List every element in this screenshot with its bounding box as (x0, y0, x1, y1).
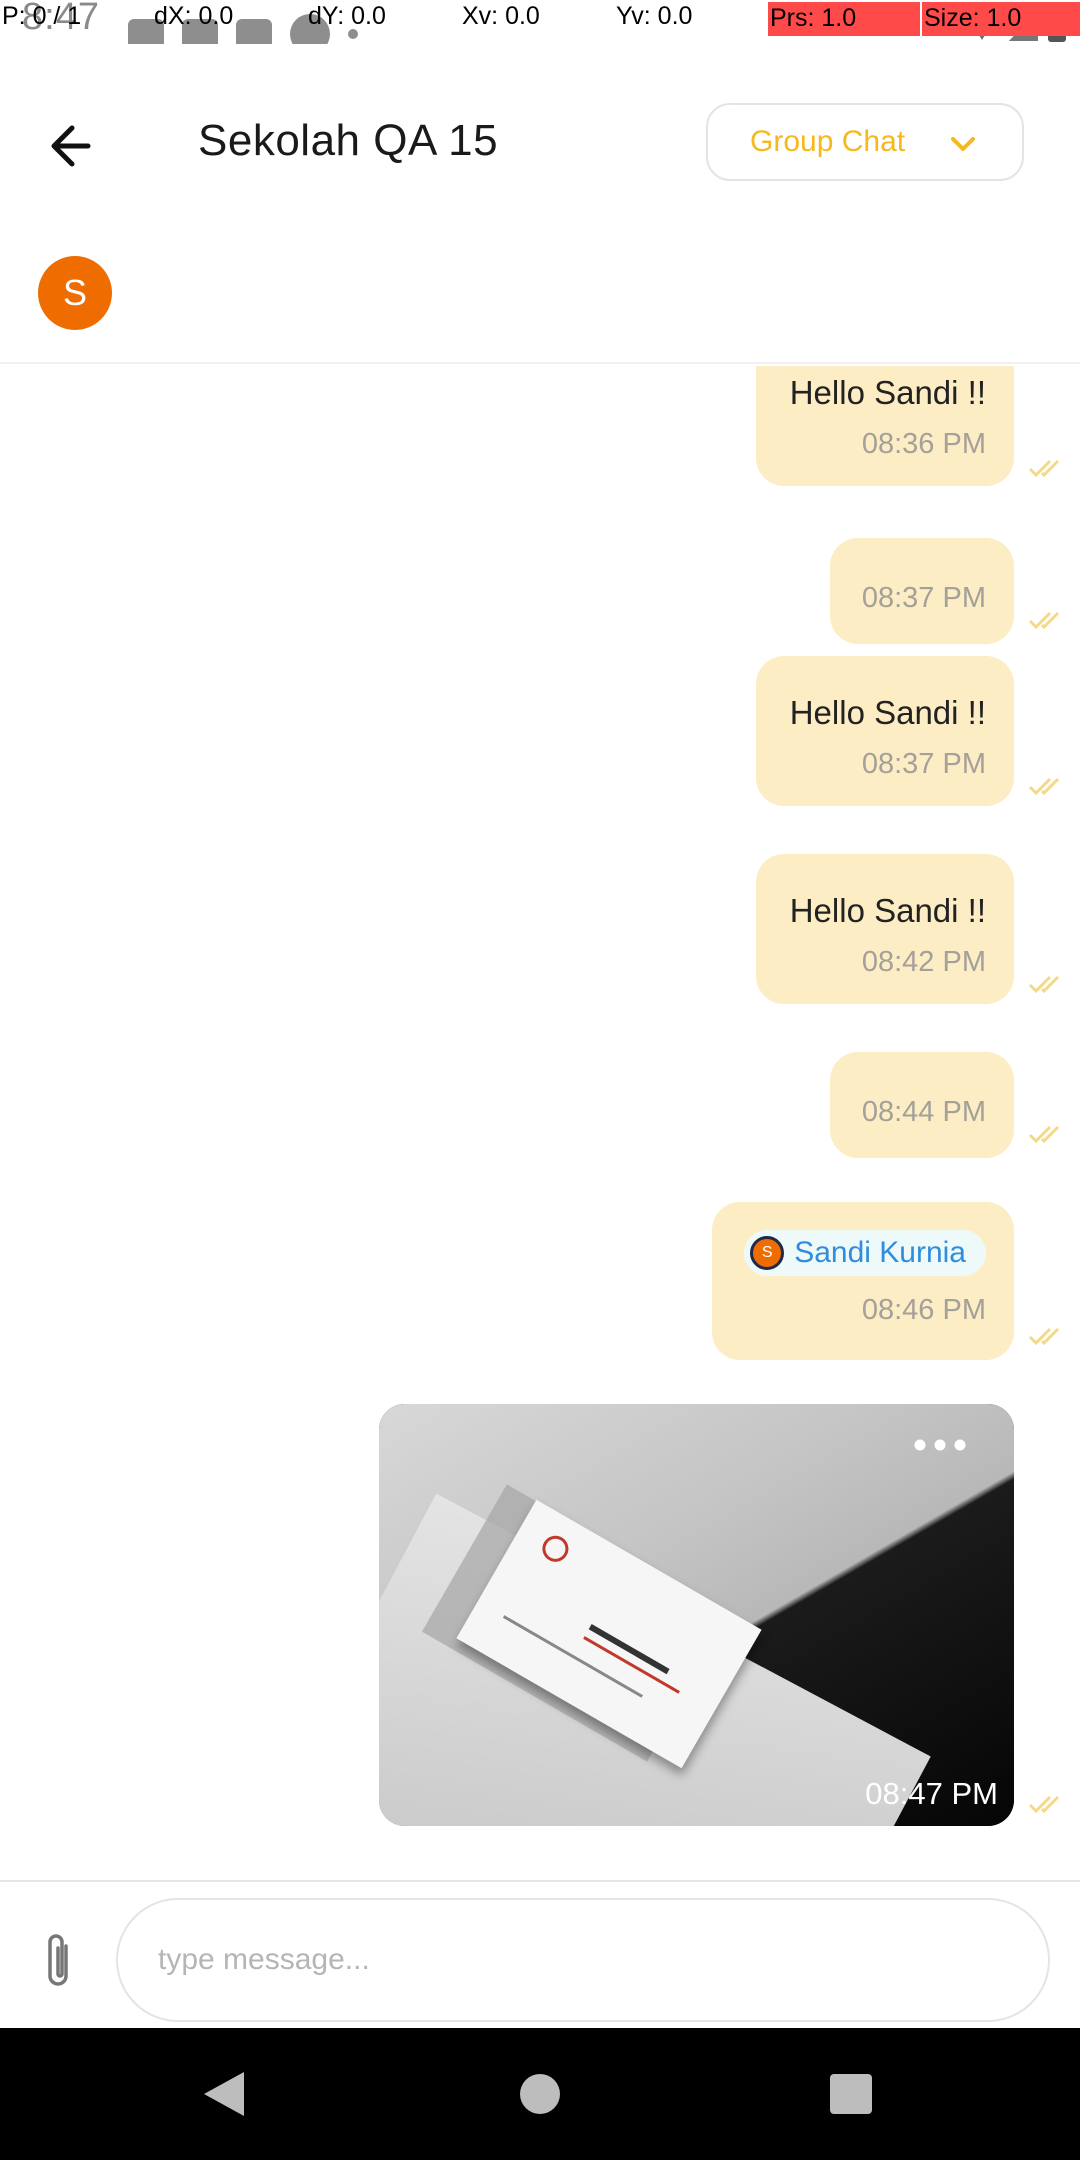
debug-yv: Yv: 0.0 (616, 2, 693, 30)
message-bubble[interactable]: Hello Sandi !! 08:42 PM (756, 854, 1014, 1004)
page-title: Sekolah QA 15 (198, 116, 499, 165)
double-check-icon (1028, 1794, 1068, 1814)
message-bubble[interactable]: S Sandi Kurnia 08:46 PM (712, 1202, 1014, 1360)
double-check-icon (1028, 776, 1068, 796)
double-check-icon (1028, 974, 1068, 994)
message-time: 08:37 PM (861, 582, 986, 614)
debug-xv: Xv: 0.0 (462, 2, 540, 30)
message-time: 08:37 PM (861, 748, 986, 780)
pointer-debug-overlay: P: 0 / 1 dX: 0.0 dY: 0.0 Xv: 0.0 Yv: 0.0… (0, 0, 1080, 36)
chevron-down-icon (951, 137, 975, 151)
double-check-icon (1028, 1326, 1068, 1346)
mention-avatar: S (750, 1236, 785, 1270)
double-check-icon (1028, 458, 1068, 478)
message-input[interactable] (116, 1898, 1050, 2022)
double-check-icon (1028, 1124, 1068, 1144)
card-line (583, 1636, 680, 1694)
message-time: 08:42 PM (861, 946, 986, 978)
paperclip-icon[interactable] (38, 1930, 78, 1994)
chat-type-dropdown[interactable]: Group Chat (706, 103, 1024, 181)
system-navigation-bar (0, 2028, 1080, 2160)
mention-name: Sandi Kurnia (794, 1236, 966, 1269)
nav-recents-icon[interactable] (830, 2074, 872, 2114)
debug-dx: dX: 0.0 (154, 2, 234, 30)
nav-back-icon[interactable] (204, 2072, 244, 2116)
message-bubble[interactable]: 08:37 PM (830, 538, 1014, 644)
group-member-avatar[interactable]: S (38, 256, 112, 330)
mention-chip[interactable]: S Sandi Kurnia (744, 1230, 986, 1276)
nav-home-icon[interactable] (520, 2074, 560, 2114)
message-composer (0, 1880, 1080, 2028)
message-bubble[interactable]: 08:44 PM (830, 1052, 1014, 1158)
image-message[interactable]: 08:47 PM (379, 1404, 1014, 1826)
debug-size: Size: 1.0 (922, 2, 1080, 36)
message-bubble[interactable]: Hello Sandi !! 08:37 PM (756, 656, 1014, 806)
chat-header: Sekolah QA 15 Group Chat S (0, 44, 1080, 364)
message-list[interactable]: Hello Sandi !! 08:36 PM 08:37 PM Hello S… (0, 366, 1080, 1880)
message-text: Hello Sandi !! (789, 892, 986, 929)
card-logo (537, 1531, 574, 1567)
message-time: 08:46 PM (861, 1294, 986, 1326)
message-time: 08:47 PM (865, 1776, 998, 1811)
debug-pressure: Prs: 1.0 (768, 2, 920, 36)
debug-dy: dY: 0.0 (308, 2, 386, 30)
chat-type-label: Group Chat (750, 125, 906, 158)
debug-pointer: P: 0 / 1 (2, 2, 82, 30)
message-bubble[interactable]: Hello Sandi !! 08:36 PM (756, 366, 1014, 486)
message-text: Hello Sandi !! (789, 694, 986, 731)
back-button[interactable] (44, 114, 108, 178)
message-text: Hello Sandi !! (789, 374, 986, 411)
more-horizontal-icon[interactable] (910, 1430, 970, 1460)
message-time: 08:36 PM (861, 428, 986, 460)
arrow-left-icon (51, 125, 91, 167)
message-time: 08:44 PM (861, 1096, 986, 1128)
double-check-icon (1028, 610, 1068, 630)
